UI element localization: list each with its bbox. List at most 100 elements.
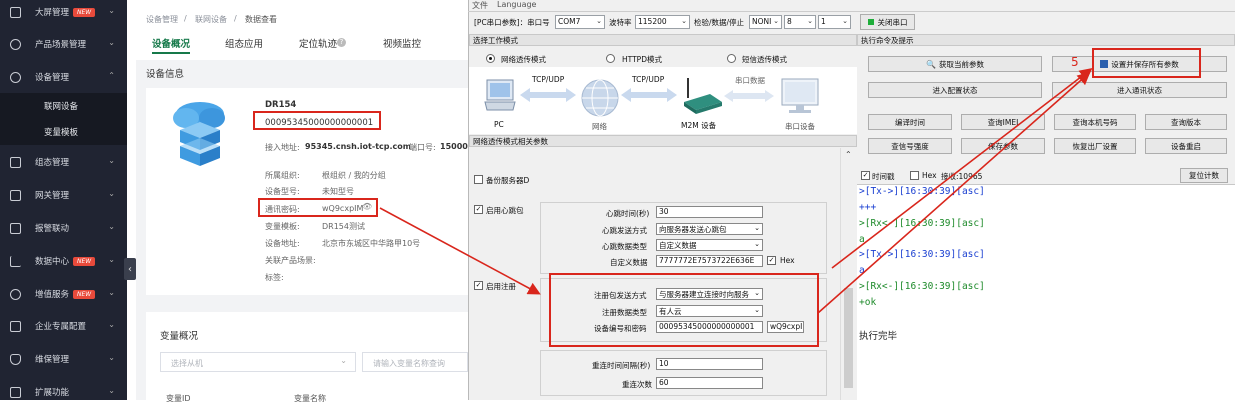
enter-config-button[interactable]: 进入配置状态 [868,82,1042,98]
annotation-box-password [258,198,378,217]
serial-device-icon [781,78,819,113]
tab-video-monitor[interactable]: 视频监控 [383,36,421,50]
sidebar-subitem-networked-devices[interactable]: 联网设备 [0,93,127,119]
custom-data-label: 自定义数据 [610,258,648,267]
com-port-select[interactable]: COM7 ⌄ [555,15,605,29]
address-value: 北京市东城区中华路甲10号 [322,239,421,248]
cloud-server-icon [173,102,225,166]
parity-select[interactable]: NONI ⌄ [749,15,782,29]
register-checkbox[interactable]: ✓ [474,281,483,290]
tab-location-track[interactable]: 定位轨迹 [299,36,337,50]
console-log[interactable] [857,184,1235,400]
scrollbar-thumb[interactable] [844,288,853,388]
variable-search-input[interactable]: 请输入变量名称查询 [362,352,468,372]
heartbeat-method-select[interactable]: 向服务器发送心跳包 ⌄ [656,223,763,235]
get-params-button[interactable]: 🔍 获取当前参数 [868,56,1042,72]
chevron-down-icon: ⌄ [596,17,602,25]
mode-section-header: 选择工作模式 [469,34,857,46]
menu-file[interactable]: 文件 [472,0,488,11]
console-line: +ok [859,297,876,308]
stopbits-select[interactable]: 1 ⌄ [818,15,851,29]
factory-reset-button[interactable]: 恢复出厂设置 [1054,138,1136,154]
mode-radio-httpd[interactable] [606,54,615,63]
console-line: >[Tx->][16:30:39][asc] [859,186,985,197]
sidebar-item-alarms[interactable]: 报警联动 ⌄ [0,217,127,239]
sidebar-item-scada[interactable]: 组态管理 ⌄ [0,151,127,173]
help-icon[interactable]: ? [337,38,346,47]
enter-comm-button[interactable]: 进入通讯状态 [1052,82,1227,98]
menu-language[interactable]: Language [497,0,536,9]
breadcrumb-item[interactable]: 联网设备 [195,14,227,25]
slave-select[interactable]: 选择从机 ⌄ [160,352,356,372]
hex-display-label: Hex [922,171,937,180]
stopbits-value: 1 [821,17,826,26]
org-label: 所属组织: [265,171,300,180]
m2m-device-icon [684,78,722,114]
sidebar-item-enterprise[interactable]: 企业专属配置 ⌄ [0,315,127,337]
cube-icon [10,38,21,50]
console-line: +++ [859,202,876,213]
retry-interval-input[interactable]: 10 [656,358,763,370]
sidebar-collapse-button[interactable]: ‹ [124,258,136,280]
sidebar-item-products[interactable]: 产品场景管理 ⌄ [0,33,127,55]
sidebar-item-devices[interactable]: 设备管理 ⌃ [0,66,127,88]
params-scrollbar[interactable]: ⌃ [840,148,857,400]
mode-radio-transparent[interactable] [486,54,495,63]
mode-radio-sms[interactable] [727,54,736,63]
breadcrumb-item[interactable]: 设备管理 [146,14,178,25]
signal-strength-button[interactable]: 查信号强度 [868,138,952,154]
heartbeat-time-input[interactable]: 30 [656,206,763,218]
tab-device-overview[interactable]: 设备概况 [152,36,190,50]
active-tab-indicator [152,52,190,54]
custom-data-input[interactable]: 7777772E7573722E636E [656,255,763,267]
sidebar-item-label: 组态管理 [35,158,70,168]
params-section-header: 网络透传模式相关参数 [469,135,857,147]
chevron-down-icon: ⌄ [108,353,115,362]
reset-count-button[interactable]: 复位计数 [1180,168,1228,183]
hex-checkbox[interactable]: ✓ [767,256,776,265]
chevron-down-icon: ⌄ [108,255,115,264]
query-imei-button[interactable]: 查询IMEI [961,114,1045,130]
retry-count-input[interactable]: 60 [656,377,763,389]
baud-rate-value: 115200 [638,17,667,26]
commands-section-header: 执行命令及提示 [857,34,1235,46]
sidebar-item-gateways[interactable]: 网关管理 ⌄ [0,184,127,206]
query-phone-button[interactable]: 查询本机号码 [1054,114,1136,130]
sidebar-item-value-added[interactable]: 增值服务 NEW ⌄ [0,283,127,305]
console-line: >[Rx<-][16:30:39][asc] [859,218,985,229]
scroll-up-icon[interactable]: ⌃ [845,150,852,159]
sidebar-item-data-center[interactable]: 数据中心 NEW ⌄ [0,250,127,272]
retry-count-label: 重连次数 [622,380,652,389]
sidebar-item-label: 增值服务 [35,290,70,300]
get-params-label: 获取当前参数 [938,59,984,69]
sidebar-subitem-variable-templates[interactable]: 变量模板 [0,119,127,145]
device-restart-button[interactable]: 设备重启 [1145,138,1227,154]
heartbeat-checkbox[interactable]: ✓ [474,205,483,214]
baud-rate-select[interactable]: 115200 ⌄ [635,15,690,29]
sidebar-item-maintenance[interactable]: 维保管理 ⌄ [0,348,127,370]
compile-time-button[interactable]: 编译时间 [868,114,952,130]
monitor-icon [10,6,21,18]
sidebar-item-dashboard[interactable]: 大屏管理 NEW ⌄ [0,1,127,23]
backup-server-checkbox[interactable] [474,175,483,184]
hex-display-checkbox[interactable] [910,171,919,180]
globe-icon [581,79,619,117]
sidebar-item-label: 维保管理 [35,355,70,365]
timestamp-checkbox[interactable]: ✓ [861,171,870,180]
diagram-m2m-label: M2M 设备 [681,121,717,130]
overview-title: 变量概况 [160,331,199,342]
query-version-button[interactable]: 查询版本 [1145,114,1227,130]
console-text: 执行完毕 [859,331,898,342]
close-port-button[interactable]: 关闭串口 [860,14,915,30]
close-port-label: 关闭串口 [877,17,908,27]
bar-chart-icon [10,255,21,267]
heartbeat-type-select[interactable]: 自定义数据 ⌄ [656,239,763,251]
alarm-icon [10,222,21,234]
console-text: a [859,265,865,276]
table-header-variable-id: 变量ID [166,394,191,403]
save-params-button[interactable]: 保存参数 [961,138,1045,154]
annotation-box-device-id [253,111,381,130]
sidebar-item-label: 数据中心 [35,257,70,267]
databits-select[interactable]: 8 ⌄ [784,15,816,29]
tab-scada-app[interactable]: 组态应用 [225,36,263,50]
